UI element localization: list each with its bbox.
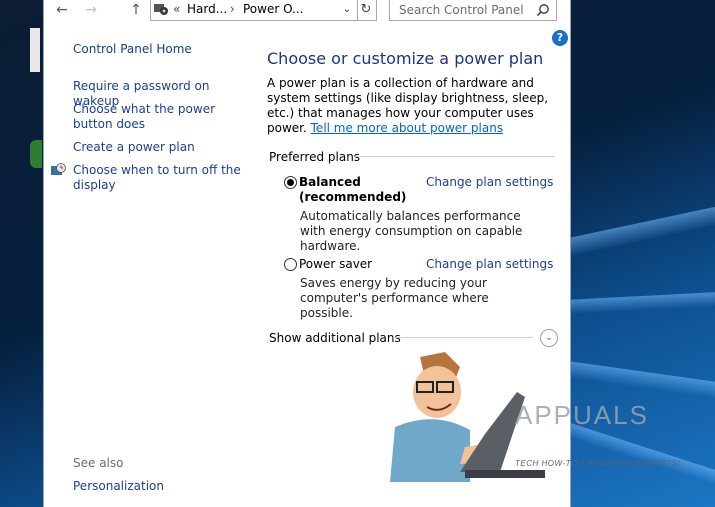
light-beam — [564, 288, 715, 314]
arrow-up-icon: ↑ — [130, 2, 142, 18]
control-panel-icon — [154, 4, 168, 15]
see-also-heading: See also — [73, 456, 124, 470]
change-plan-settings-power-saver[interactable]: Change plan settings — [426, 257, 553, 271]
watermark-brand: APPUALS — [515, 400, 649, 430]
plan-name: Balanced — [299, 175, 361, 189]
page-title: Choose or customize a power plan — [267, 49, 544, 68]
help-icon: ? — [556, 31, 564, 44]
refresh-icon: ↻ — [360, 2, 372, 17]
arrow-left-icon: ← — [56, 2, 68, 18]
shortcut-icon — [30, 28, 40, 72]
expand-additional-plans-button[interactable]: ⌄ — [540, 329, 558, 347]
arrow-right-icon: → — [85, 2, 97, 18]
breadcrumb-overflow[interactable]: « — [173, 2, 180, 16]
up-button[interactable]: ↑ — [127, 0, 145, 20]
control-panel-home-link[interactable]: Control Panel Home — [73, 42, 192, 57]
clock-icon — [51, 163, 66, 175]
turn-off-display-link[interactable]: Choose when to turn off the display — [73, 163, 243, 193]
balanced-radio[interactable] — [284, 176, 297, 189]
power-saver-plan-name: Power saver — [299, 257, 373, 271]
plan-sub: (recommended) — [299, 190, 407, 204]
address-dropdown-button[interactable]: ⌄ — [341, 0, 353, 20]
breadcrumb-power-options[interactable]: Power O... — [243, 2, 304, 16]
address-field[interactable]: « Hard... › Power O... ⌄ — [150, 0, 358, 21]
back-button[interactable]: ← — [53, 0, 71, 20]
desktop-shortcut[interactable] — [30, 140, 44, 200]
search-icon[interactable] — [536, 3, 550, 17]
balanced-plan-description: Automatically balances performance with … — [300, 209, 523, 253]
light-beam — [558, 194, 715, 258]
forward-button[interactable]: → — [82, 0, 100, 20]
refresh-button[interactable]: ↻ — [356, 0, 377, 21]
power-button-link[interactable]: Choose what the power button does — [73, 102, 243, 132]
section-divider — [355, 156, 555, 157]
breadcrumb-separator: › — [230, 2, 235, 16]
shortcut-icon — [30, 140, 42, 168]
chevron-down-icon: ⌄ — [342, 4, 352, 15]
address-bar: ← → ↑ « Hard... › Power O... ⌄ ↻ Search — [44, 0, 570, 22]
create-power-plan-link[interactable]: Create a power plan — [73, 140, 243, 155]
change-plan-settings-balanced[interactable]: Change plan settings — [426, 175, 553, 189]
learn-more-link[interactable]: Tell me more about power plans — [311, 121, 503, 135]
search-input[interactable]: Search Control Panel — [399, 3, 524, 17]
help-button[interactable]: ? — [552, 30, 568, 46]
show-additional-plans[interactable]: Show additional plans — [269, 331, 401, 345]
preferred-plans-heading: Preferred plans — [269, 150, 361, 164]
page-description: A power plan is a collection of hardware… — [267, 76, 557, 136]
power-saver-radio[interactable] — [284, 258, 297, 271]
desktop-shortcut[interactable] — [0, 28, 43, 108]
balanced-plan-name: Balanced (recommended) — [299, 175, 406, 205]
chevron-down-icon: ⌄ — [545, 333, 553, 343]
breadcrumb-hardware[interactable]: Hard... — [187, 2, 227, 16]
power-saver-plan-description: Saves energy by reducing your computer's… — [300, 276, 489, 320]
section-divider — [393, 337, 533, 338]
personalization-link[interactable]: Personalization — [73, 479, 164, 494]
search-box[interactable]: Search Control Panel — [389, 0, 557, 21]
watermark-tagline: TECH HOW-TO'S FROM THE EXPERTS! — [515, 459, 681, 468]
